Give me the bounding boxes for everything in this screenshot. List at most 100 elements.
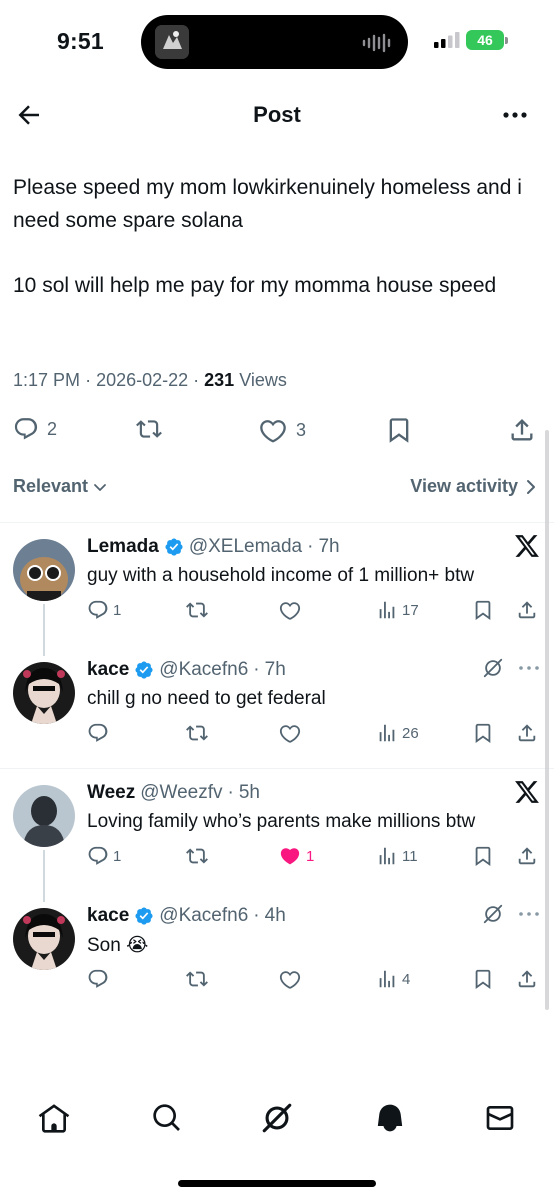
- tab-home[interactable]: [34, 1098, 74, 1138]
- tab-messages[interactable]: [480, 1098, 520, 1138]
- tab-grok[interactable]: [257, 1098, 297, 1138]
- home-indicator[interactable]: [178, 1180, 376, 1187]
- repost-icon: [186, 602, 208, 618]
- bookmark-button[interactable]: [385, 416, 413, 444]
- bookmark-button[interactable]: [472, 599, 494, 621]
- share-icon: [518, 601, 536, 619]
- grok-icon: [483, 904, 503, 924]
- battery-cap: [505, 37, 508, 44]
- reply-button[interactable]: 1: [87, 845, 121, 867]
- reply-corner: [514, 534, 540, 558]
- view-activity-link[interactable]: View activity: [410, 476, 538, 497]
- bookmark-icon: [475, 600, 491, 621]
- repost-icon: [186, 971, 208, 987]
- share-icon: [518, 970, 536, 988]
- repost-icon: [136, 420, 162, 438]
- chevron-down-icon: [94, 483, 106, 491]
- scrollbar[interactable]: [545, 430, 549, 1010]
- bookmark-button[interactable]: [472, 722, 494, 744]
- avatar[interactable]: [13, 785, 75, 847]
- reply-count: 1: [113, 601, 122, 619]
- views-button[interactable]: 17: [376, 599, 419, 621]
- display-name[interactable]: Lemada: [87, 536, 159, 558]
- divider: [0, 768, 554, 769]
- battery-indicator: 46: [466, 30, 504, 50]
- share-button[interactable]: [516, 722, 538, 744]
- display-name[interactable]: kace: [87, 659, 129, 681]
- views-icon: [379, 847, 395, 865]
- reply-button[interactable]: 1: [87, 599, 121, 621]
- like-button[interactable]: 3: [258, 416, 306, 444]
- reply-header: Weez @Weezfv · 5h: [87, 782, 260, 804]
- reply-icon: [88, 969, 108, 988]
- dynamic-island[interactable]: [141, 15, 408, 69]
- views-count: 4: [402, 970, 411, 988]
- reply-button[interactable]: [87, 722, 113, 744]
- dot-separator: ·: [253, 659, 260, 680]
- repost-button[interactable]: [185, 845, 209, 867]
- reply-actions: 26: [0, 722, 554, 750]
- reply-icon: [14, 418, 38, 440]
- tab-notifications[interactable]: [370, 1098, 410, 1138]
- meta-separator: ·: [85, 370, 97, 390]
- status-time: 9:51: [57, 28, 104, 54]
- share-icon: [511, 419, 533, 441]
- grok-icon: [483, 658, 503, 678]
- reply-header: kace @Kacefn6 · 4h: [87, 905, 286, 927]
- repost-icon: [186, 725, 208, 741]
- reply-text: Son 😭: [87, 935, 149, 956]
- like-icon: [279, 971, 301, 989]
- post-header: Post: [0, 90, 554, 140]
- share-button[interactable]: [508, 416, 536, 444]
- share-button[interactable]: [516, 968, 538, 990]
- views-button[interactable]: 4: [376, 968, 410, 990]
- like-button[interactable]: 1: [278, 845, 314, 867]
- handle[interactable]: @XELemada: [189, 536, 302, 558]
- handle[interactable]: @Kacefn6: [159, 905, 248, 927]
- handle[interactable]: @Weezfv: [140, 782, 222, 804]
- reply-corner: [514, 780, 540, 804]
- like-button[interactable]: [278, 722, 306, 744]
- post-text: Please speed my mom lowkirkenuinely home…: [13, 176, 522, 297]
- avatar[interactable]: [13, 539, 75, 601]
- display-name[interactable]: Weez: [87, 782, 135, 804]
- reply-button[interactable]: [87, 968, 113, 990]
- like-count: 3: [296, 419, 307, 440]
- more-options-button[interactable]: [500, 102, 530, 128]
- reply-icon: [88, 723, 108, 742]
- views-label[interactable]: Views: [239, 370, 287, 390]
- avatar[interactable]: [13, 908, 75, 970]
- share-button[interactable]: [516, 845, 538, 867]
- sort-label: Relevant: [13, 476, 89, 496]
- views-button[interactable]: 11: [376, 845, 418, 867]
- sort-relevant-dropdown[interactable]: Relevant: [13, 476, 108, 497]
- like-button[interactable]: [278, 599, 306, 621]
- timestamp: 4h: [264, 905, 286, 926]
- reply-actions: 1 1 11: [0, 845, 554, 873]
- avatar[interactable]: [13, 662, 75, 724]
- post-date: 2026-02-22: [96, 370, 189, 390]
- timestamp: 7h: [264, 659, 286, 680]
- repost-button[interactable]: [185, 722, 209, 744]
- handle[interactable]: @Kacefn6: [159, 659, 248, 681]
- bookmark-icon: [475, 723, 491, 744]
- views-count: 11: [402, 847, 418, 865]
- repost-button[interactable]: [185, 599, 209, 621]
- dot-separator: ·: [253, 905, 260, 926]
- like-button[interactable]: [278, 968, 306, 990]
- tab-search[interactable]: [147, 1098, 187, 1138]
- x-logo-icon: [515, 781, 539, 803]
- views-button[interactable]: 26: [376, 722, 419, 744]
- bookmark-icon: [389, 418, 409, 443]
- bookmark-button[interactable]: [472, 968, 494, 990]
- bookmark-button[interactable]: [472, 845, 494, 867]
- repost-button[interactable]: [185, 968, 209, 990]
- repost-button[interactable]: [134, 416, 164, 442]
- share-button[interactable]: [516, 599, 538, 621]
- reply-header: kace @Kacefn6 · 7h: [87, 659, 286, 681]
- display-name[interactable]: kace: [87, 905, 129, 927]
- post-meta: 1:17 PM · 2026-02-22 · 231 Views: [13, 370, 287, 391]
- reply-text: Loving family who’s parents make million…: [87, 811, 476, 832]
- dot-separator: ·: [227, 782, 234, 803]
- reply-button[interactable]: 2: [13, 416, 57, 442]
